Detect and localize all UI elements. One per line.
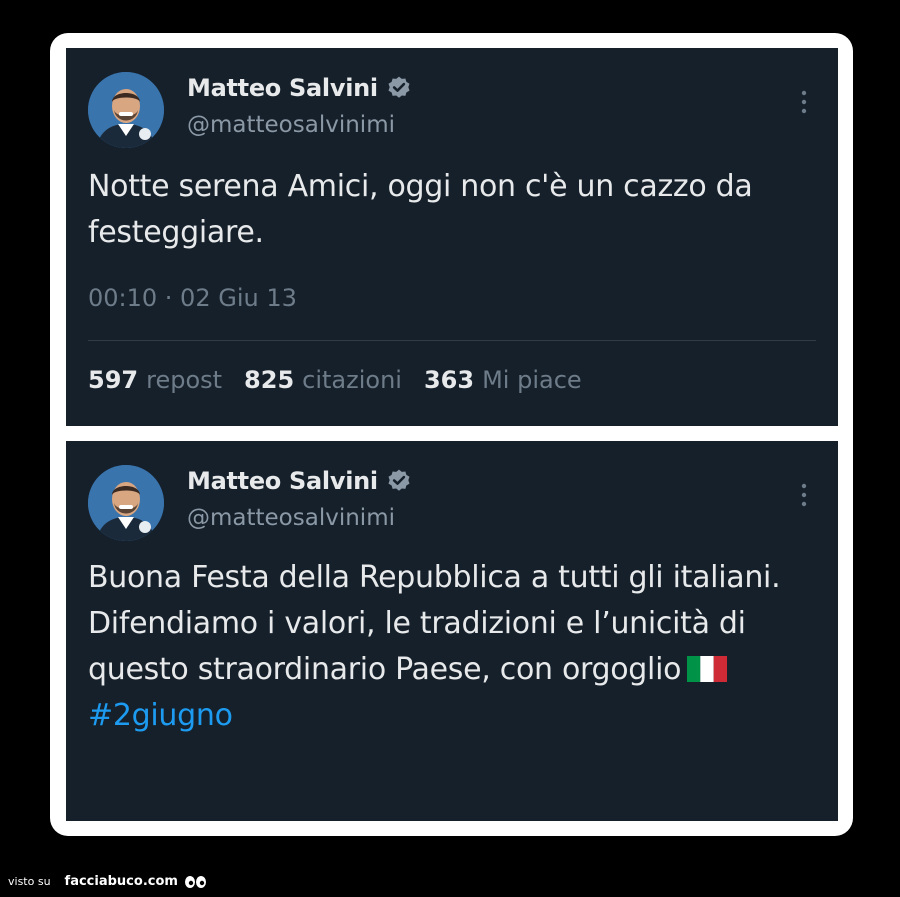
- avatar[interactable]: [88, 465, 164, 541]
- stat-likes[interactable]: 363 Mi piace: [424, 366, 582, 394]
- tweet-line-1: Buona Festa della Repubblica a tutti gli…: [88, 560, 781, 595]
- author-name[interactable]: Matteo Salvini: [187, 74, 378, 102]
- tweet-text: Buona Festa della Repubblica a tutti gli…: [88, 555, 822, 739]
- author-name[interactable]: Matteo Salvini: [187, 467, 378, 495]
- watermark-site: facciabuco.com: [64, 874, 178, 889]
- tweet-card-2[interactable]: Matteo Salvini @matteosalvinimi Buona Fe…: [66, 441, 838, 821]
- eyes-icon: [184, 875, 206, 888]
- avatar[interactable]: [88, 72, 164, 148]
- stat-reposts[interactable]: 597 repost: [88, 366, 222, 394]
- more-options-icon[interactable]: [800, 481, 808, 511]
- more-options-icon[interactable]: [800, 88, 808, 118]
- hashtag-link[interactable]: #2giugno: [88, 693, 822, 739]
- tweet-line-2: Difendiamo i valori, le tradizioni e l’u…: [88, 606, 746, 687]
- divider: [88, 340, 816, 341]
- author-handle[interactable]: @matteosalvinimi: [187, 112, 395, 138]
- watermark: visto su facciabuco.com: [8, 874, 208, 889]
- verified-badge-icon: [388, 469, 410, 491]
- author-handle[interactable]: @matteosalvinimi: [187, 505, 395, 531]
- engagement-stats: 597 repost 825 citazioni 363 Mi piace: [88, 366, 582, 394]
- italian-flag-icon: [687, 656, 728, 682]
- tweet-timestamp[interactable]: 00:10 · 02 Giu 13: [88, 284, 297, 312]
- tweet-text: Notte serena Amici, oggi non c'è un cazz…: [88, 169, 753, 250]
- watermark-prefix: visto su: [8, 875, 51, 888]
- stat-quotes[interactable]: 825 citazioni: [244, 366, 402, 394]
- tweet-card-1[interactable]: Matteo Salvini @matteosalvinimi Notte se…: [66, 48, 838, 426]
- verified-badge-icon: [388, 76, 410, 98]
